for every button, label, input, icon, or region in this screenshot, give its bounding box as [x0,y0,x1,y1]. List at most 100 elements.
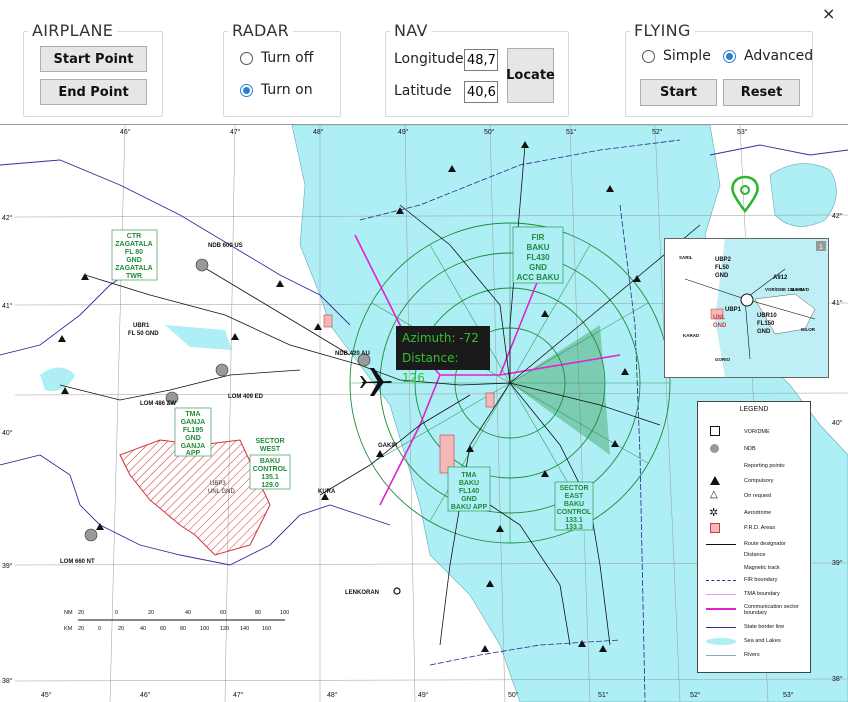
tma-ganja-label-0: TMA [185,411,200,418]
airplane-group-title: AIRPLANE [28,21,118,40]
tma-ganja-label-3: GND [185,435,201,442]
kura-label: KURA [318,489,336,495]
tma-baku-label-3: GND [461,496,477,503]
start-point-button[interactable]: Start Point [40,46,147,72]
scale-km-tick: 120 [220,626,229,632]
right-lat-label: 41° [832,299,843,307]
ctr-label-1: ZAGATALA [115,241,152,248]
ndb-icon [710,444,719,453]
nav-group-title: NAV [390,21,432,40]
legend-item: Route designator [744,541,786,547]
sector-east-label-5: 133.3 [565,524,583,531]
scale-km-tick: 20 [118,626,124,632]
bottom-lon-label: 46° [140,691,151,699]
inset-label: FL150 [757,321,775,327]
flying-advanced-radio[interactable]: Advanced [723,48,813,64]
sector-east-label-0: SECTOR [559,485,588,492]
rivers-icon [706,655,736,656]
tma-ganja-label-5: APP [186,450,201,457]
scale-km-tick: 0 [98,626,101,632]
top-lon-label: 52° [652,128,663,136]
location-pin-icon[interactable] [731,175,759,213]
inset-index: 1 [819,244,823,251]
latitude-input[interactable] [464,81,498,103]
top-lon-label: 47° [230,128,241,136]
prd-area-icon [710,523,720,533]
ubp3-sub-label: UNL GND [208,489,235,495]
restricted-area [119,439,271,556]
tma-ganja-label-2: FL195 [183,427,203,434]
reporting-point [81,273,89,280]
bottom-lon-label: 52° [690,691,701,699]
tma-baku-label-0: TMA [461,472,476,479]
reporting-point [231,333,239,340]
on-request-point-icon: △ [710,489,718,500]
top-lon-label: 53° [737,128,748,136]
sector-west-label-5: 129.0 [261,482,279,489]
inset-label: UBR10 [757,313,777,319]
inset-label: UBP1 [725,307,742,313]
airway [59,369,301,401]
scale-nm-tick: 20 [148,610,154,616]
legend-item: Sea and Lakes [744,638,781,644]
tma-ganja-label-1: GANJA [181,419,206,426]
longitude-input[interactable] [464,49,498,71]
fir-label-1: BAKU [526,243,549,252]
top-lon-label: 49° [398,128,409,136]
fir-boundary-icon [706,580,736,581]
ctr-label-2: FL 80 [125,249,143,256]
sector-west-label-4: 135.1 [261,474,279,481]
aeronautical-map[interactable]: CTR ZAGATALA FL 80 GND ZAGATALA TWR FIR … [0,124,848,702]
flying-simple-radio[interactable]: Simple [642,48,711,64]
radar-turn-on-radio[interactable]: Turn on [240,82,313,98]
inset-label: GND [757,329,771,335]
zagatala-ndb-label: NDB 600 US [208,243,243,249]
radar-turn-on-label: Turn on [261,82,313,98]
legend-item: TMA boundary [744,591,780,597]
route-designator-icon [706,544,736,545]
vor-dme-icon [710,426,720,436]
tma-baku-label-2: FL140 [459,488,479,495]
legend-item: P.R.D. Areas [744,525,776,531]
latitude-label: Latitude [394,83,452,99]
nakhchivan-lom-label: LOM 660 NT [60,559,95,565]
scale-km-label: KM [64,626,73,632]
reset-button[interactable]: Reset [723,79,800,106]
ubr1-label: UBR1 [133,323,150,329]
map-legend: LEGEND △ ✲ VOR/DME NDB Reporting points:… [697,401,811,673]
reporting-point [481,645,489,652]
scale-nm-tick: 100 [280,610,289,616]
fir-label-3: GND [529,263,547,272]
ganja-lom-label: LOM 486 ZW [140,401,176,407]
sea-lakes-icon [706,638,736,645]
flying-simple-label: Simple [663,48,711,64]
right-lat-label: 38° [832,675,843,683]
end-point-button[interactable]: End Point [40,79,147,105]
state-border [0,159,351,326]
radar-turn-off-radio[interactable]: Turn off [240,50,313,66]
top-lon-label: 46° [120,128,131,136]
scale-nm-tick: 0 [115,610,118,616]
legend-item: On request [744,493,772,499]
tma-baku-label-1: BAKU [459,480,479,487]
ubr1-sub-label: FL 50 GND [128,331,159,337]
close-button[interactable]: × [822,4,835,24]
longitude-label: Longitude [394,51,464,67]
start-button[interactable]: Start [640,79,717,106]
bottom-lon-label: 45° [41,691,52,699]
tma-baku-label-4: BAKU APP [451,504,488,511]
radio-checked-icon [723,49,736,63]
inset-label: GND [713,323,727,329]
right-lat-label: 39° [832,559,843,567]
inset-label: SARIL [679,255,693,260]
scale-km-tick: 100 [200,626,209,632]
tma-ganja-label-4: GANJA [181,443,206,450]
radar-readout: Azimuth: -72 Distance: 126 [396,326,490,385]
bottom-lon-label: 49° [418,691,429,699]
locate-button[interactable]: Locate [506,48,555,103]
state-border [709,144,848,156]
bottom-lon-label: 47° [233,691,244,699]
reporting-point [314,323,322,330]
compulsory-point-icon [710,476,720,485]
tma-boundary-icon [706,594,736,595]
